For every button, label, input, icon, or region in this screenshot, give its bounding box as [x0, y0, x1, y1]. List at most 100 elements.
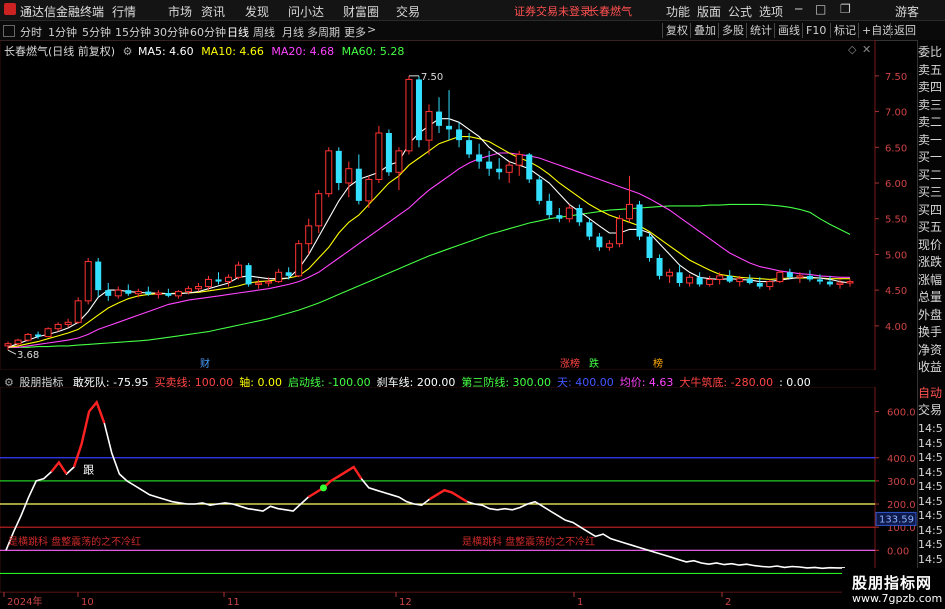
panel-toggle-icon[interactable] — [3, 25, 15, 37]
quote-row-label[interactable]: 买二 — [918, 168, 945, 183]
ma10-line — [7, 136, 850, 348]
login-notice[interactable]: 证券交易未登录 — [514, 3, 591, 19]
quote-row-label[interactable]: 卖四 — [918, 80, 945, 95]
menu-news[interactable]: 资讯 — [201, 3, 225, 20]
candle-body — [836, 282, 844, 285]
period-timeshare[interactable]: 分时 — [20, 24, 42, 40]
candle-body — [556, 215, 563, 219]
period-weekly[interactable]: 周线 — [253, 24, 275, 40]
trade-time: 14:5 — [918, 451, 943, 464]
date-tick-label: 2 — [725, 597, 731, 608]
minimize-icon[interactable]: ─ — [795, 2, 802, 16]
indicator-frame — [0, 387, 876, 592]
tab-trade[interactable]: 交易 — [918, 403, 945, 418]
toolbar-overlay[interactable]: 叠加 — [690, 23, 719, 38]
menu-options[interactable]: 选项 — [759, 3, 783, 20]
trade-time: 14:5 — [918, 494, 943, 508]
candle-body — [265, 281, 273, 284]
date-axis: 2024年 10 11 12 1 2 — [0, 592, 875, 608]
quote-row-label[interactable]: 卖一 — [918, 133, 945, 148]
indicator-chart[interactable]: 600.0400.0300.0200.0100.00.00-100.0133.5… — [0, 387, 918, 592]
candle-body — [486, 161, 493, 169]
period-60min[interactable]: 60分钟 — [190, 24, 226, 40]
quote-row-label[interactable]: 涨幅 — [918, 273, 945, 288]
candle-body — [466, 140, 473, 155]
quote-row-label[interactable]: 卖二 — [918, 115, 945, 130]
watermark-url: www.7gpzb.com — [852, 592, 943, 605]
candle-body — [134, 291, 142, 295]
candle-body — [165, 293, 172, 296]
high-label: 7.50 — [421, 72, 443, 83]
quote-row-label[interactable]: 卖三 — [918, 98, 945, 113]
menu-layout[interactable]: 版面 — [697, 3, 721, 20]
toolbar-adjust[interactable]: 复权 — [662, 23, 691, 38]
menu-trade[interactable]: 交易 — [396, 3, 420, 20]
quote-row-label[interactable]: 买一 — [918, 150, 945, 165]
quote-row-label[interactable]: 委比 — [918, 45, 945, 60]
candle-body — [125, 290, 132, 294]
candle-body — [496, 168, 503, 173]
quote-row-label[interactable]: 买三 — [918, 185, 945, 200]
candle-body — [154, 292, 162, 295]
menu-wealth[interactable]: 财富圈 — [343, 3, 379, 20]
candle-body — [846, 281, 854, 284]
trade-time: 14:5 — [918, 480, 943, 493]
menu-ask[interactable]: 问小达 — [288, 3, 324, 20]
toolbar-back[interactable]: 返回 — [890, 23, 919, 38]
candle-body — [425, 111, 433, 141]
menu-quotes[interactable]: 行情 — [112, 3, 136, 20]
candle-body — [776, 271, 784, 283]
tab-auto[interactable]: 自动 — [918, 386, 945, 401]
quote-row-label[interactable]: 换手 — [918, 325, 945, 340]
toolbar-multistock[interactable]: 多股 — [718, 23, 747, 38]
quote-row-label[interactable]: 收益 — [918, 360, 945, 375]
candle-body — [4, 343, 12, 347]
period-multi[interactable]: 多周期 — [307, 24, 340, 40]
price-tick-label: 6.50 — [885, 143, 907, 154]
indicator-tick-label: 200.0 — [887, 500, 916, 511]
period-15min[interactable]: 15分钟 — [115, 24, 151, 40]
price-tick-label: 4.00 — [885, 322, 907, 333]
quote-row-label[interactable]: 现价 — [918, 238, 945, 253]
quote-row-label[interactable]: 买四 — [918, 203, 945, 218]
menu-market[interactable]: 市场 — [168, 3, 192, 20]
toolbar-draw[interactable]: 画线 — [774, 23, 803, 38]
candle-body — [706, 278, 714, 285]
quote-row-label[interactable]: 净资 — [918, 343, 945, 358]
candle-body — [295, 243, 303, 277]
quote-row-label[interactable]: 外盘 — [918, 308, 945, 323]
candle-body — [345, 168, 353, 184]
event-marker: 榜 — [653, 357, 663, 370]
restore-icon[interactable]: ❐ — [840, 2, 851, 16]
quote-row-label[interactable]: 买五 — [918, 220, 945, 235]
period-more[interactable]: 更多 — [344, 24, 366, 40]
period-5min[interactable]: 5分钟 — [82, 24, 111, 40]
candle-body — [204, 278, 212, 288]
candlestick-chart[interactable]: 7.50 7.00 6.50 6.00 5.50 5.00 4.50 4.00 7.50 3.68… — [0, 40, 918, 370]
quote-row-label[interactable]: 总量 — [918, 290, 945, 305]
menu-function[interactable]: 功能 — [666, 3, 690, 20]
candle-body — [656, 258, 663, 276]
candle-body — [365, 178, 373, 202]
period-1min[interactable]: 1分钟 — [48, 24, 77, 40]
guest-label[interactable]: 游客 — [895, 3, 919, 20]
candle-body — [615, 218, 623, 245]
menu-discover[interactable]: 发现 — [245, 3, 269, 20]
menu-formula[interactable]: 公式 — [728, 3, 752, 20]
quote-row-label[interactable]: 卖五 — [918, 63, 945, 78]
candle-body — [636, 204, 643, 237]
toolbar-mark[interactable]: 标记 — [830, 23, 859, 38]
candle-body — [215, 279, 222, 282]
price-tick-label: 5.00 — [885, 250, 907, 261]
maximize-icon[interactable]: □ — [815, 2, 826, 16]
candle-body — [536, 179, 543, 201]
toolbar-stats[interactable]: 统计 — [746, 23, 775, 38]
toolbar-f10[interactable]: F10 — [802, 23, 829, 38]
quote-row-label[interactable]: 涨跌 — [918, 255, 945, 270]
period-monthly[interactable]: 月线 — [282, 24, 304, 40]
period-daily[interactable]: 日线 — [227, 24, 249, 40]
more-arrow-icon[interactable]: > — [367, 23, 376, 36]
period-30min[interactable]: 30分钟 — [153, 24, 189, 40]
candle-body — [255, 282, 263, 285]
candle-body — [95, 261, 102, 291]
